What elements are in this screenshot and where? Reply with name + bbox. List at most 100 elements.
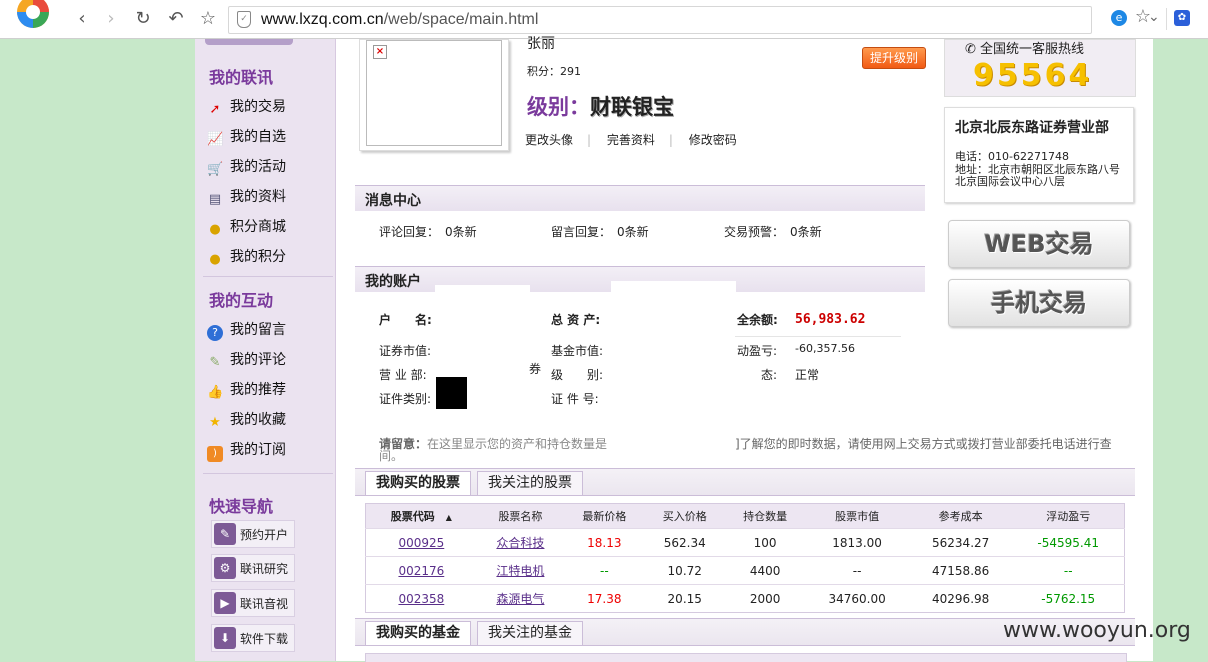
tab-my-funds[interactable]: 我购买的基金 — [365, 621, 471, 645]
back-icon[interactable]: ‹ — [71, 8, 93, 30]
broken-image-icon: × — [373, 45, 387, 59]
sidebar-heading-quick: 快速导航 — [209, 497, 274, 516]
hotline-box: ✆ 全国统一客服热线 95564 — [944, 39, 1136, 97]
thumb-up-icon: 👍 — [207, 385, 224, 400]
web-trade-button[interactable]: WEB交易 — [948, 220, 1130, 268]
market-value: 34760.00 — [805, 584, 909, 613]
stock-code-link[interactable]: 002176 — [398, 564, 444, 578]
tab-watched-funds[interactable]: 我关注的基金 — [477, 621, 583, 645]
buy-price: 20.15 — [644, 584, 725, 613]
stock-code-link[interactable]: 000925 — [398, 536, 444, 550]
column-header-buy: 买入价格 — [644, 503, 725, 529]
branch-partial-text: 券 — [529, 362, 542, 376]
sort-asc-icon: ▲ — [445, 513, 452, 522]
chevron-down-icon[interactable]: ⌄ — [1148, 9, 1160, 25]
change-password-link[interactable]: 修改密码 — [689, 133, 737, 147]
paw-icon[interactable]: ✿ — [1174, 10, 1190, 26]
table-row: 002358 森源电气 17.38 20.15 2000 34760.00 40… — [365, 584, 1125, 613]
download-icon: ⬇ — [214, 627, 236, 649]
reference-cost: 56234.27 — [908, 528, 1013, 557]
branch-phone: 电话：010-62271748 — [955, 150, 1069, 163]
edit-icon: ✎ — [209, 355, 221, 370]
mobile-trade-button[interactable]: 手机交易 — [948, 279, 1130, 327]
cart-icon: 🛒 — [207, 162, 224, 177]
quick-download-button[interactable]: ⬇ 软件下载 — [211, 624, 295, 652]
column-header-cost: 参考成本 — [908, 503, 1013, 529]
stock-name-link[interactable]: 众合科技 — [496, 536, 544, 550]
holding-qty: 4400 — [724, 556, 806, 585]
sidebar-item-points-mall[interactable]: ● 积分商城 — [207, 216, 286, 237]
trade-alert-count[interactable]: 交易预警： 0条新 — [724, 223, 822, 240]
user-level: 级别：财联银宝 — [527, 95, 674, 119]
upgrade-level-button[interactable]: 提升级别 — [862, 47, 926, 69]
address-bar[interactable]: ✓ www.lxzq.com.cn/web/space/main.html e … — [228, 6, 1151, 34]
change-avatar-link[interactable]: 更改头像 — [525, 133, 573, 147]
sidebar-item-activity[interactable]: 🛒 我的活动 — [207, 156, 286, 177]
sidebar-item-trade[interactable]: ➚ 我的交易 — [207, 96, 286, 117]
account-notice-line2: 间。 — [379, 449, 404, 463]
rss-icon: ) — [207, 446, 223, 462]
edit-icon: ✎ — [214, 523, 236, 545]
securities-value-label: 证券市值: — [379, 344, 432, 358]
table-row: 000925 众合科技 18.13 562.34 100 1813.00 562… — [365, 528, 1125, 557]
market-value: 1813.00 — [805, 528, 909, 557]
status-value: 正常 — [795, 368, 820, 382]
quick-open-account-button[interactable]: ✎ 预约开户 — [211, 520, 295, 548]
id-card-icon: ▤ — [208, 192, 222, 207]
column-header-value: 股票市值 — [805, 503, 909, 529]
page: 我的联讯 ➚ 我的交易 📈 我的自选 🛒 我的活动 ▤ 我的资料 ● 积分商城 ● 我的积分… — [195, 36, 1153, 662]
avatar[interactable]: × — [366, 40, 502, 146]
browser-toolbar: ‹ › ↻ ↶ ☆ ✓ www.lxzq.com.cn/web/space/ma… — [0, 0, 1208, 39]
holding-qty: 2000 — [724, 584, 806, 613]
star-icon: ★ — [209, 415, 221, 430]
ie-mode-icon[interactable]: e — [1111, 10, 1127, 26]
quick-research-button[interactable]: ⚙ 联讯研究 — [211, 554, 295, 582]
account-notice-right: ]了解您的即时数据，请使用网上交易方式或拨打营业部委托电话进行查 — [735, 437, 1112, 451]
total-assets-label: 总 资 产: — [551, 313, 601, 327]
stock-name-link[interactable]: 森源电气 — [496, 592, 544, 606]
branch-label: 营 业 部: — [379, 368, 427, 382]
sidebar-item-favorites[interactable]: ★ 我的收藏 — [207, 409, 286, 430]
balance-divider — [735, 336, 901, 337]
refresh-icon[interactable]: ↻ — [132, 8, 154, 30]
column-header-code[interactable]: 股票代码 ▲ — [365, 503, 477, 529]
phone-icon: ✆ — [965, 42, 981, 57]
status-label: 态: — [761, 368, 778, 382]
browser-logo-icon — [17, 0, 49, 28]
undo-icon[interactable]: ↶ — [165, 8, 187, 30]
column-header-name: 股票名称 — [476, 503, 565, 529]
tab-watched-stocks[interactable]: 我关注的股票 — [477, 471, 583, 495]
redaction-mask — [611, 281, 736, 297]
coins-icon: ● — [209, 252, 221, 267]
sidebar-item-comments[interactable]: ✎ 我的评论 — [207, 349, 286, 370]
stock-tabs: 我购买的股票 我关注的股票 — [355, 468, 1135, 496]
complete-profile-link[interactable]: 完善资料 — [607, 133, 655, 147]
stock-name-link[interactable]: 江特电机 — [496, 564, 544, 578]
market-value: -- — [805, 556, 909, 585]
account-notice: 请留意：在这里显示您的资产和持仓数量是 — [379, 437, 608, 451]
user-points: 积分：291 — [527, 65, 581, 78]
sidebar-item-profile[interactable]: ▤ 我的资料 — [207, 186, 286, 207]
sidebar-item-watchlist[interactable]: 📈 我的自选 — [207, 126, 286, 147]
comment-reply-count[interactable]: 评论回复： 0条新 — [379, 223, 477, 240]
tab-my-stocks[interactable]: 我购买的股票 — [365, 471, 471, 495]
gear-icon: ⚙ — [214, 557, 236, 579]
holding-qty: 100 — [724, 528, 806, 557]
bookmark-star-icon[interactable]: ☆ — [197, 8, 219, 30]
stocks-table: 股票代码 ▲ 股票名称 最新价格 买入价格 持仓数量 股票市值 参考成本 浮动盈… — [365, 503, 1125, 613]
account-level-label: 级 别: — [551, 368, 604, 382]
column-header-qty: 持仓数量 — [724, 503, 806, 529]
forward-icon[interactable]: › — [100, 8, 122, 30]
sidebar-item-messages[interactable]: ? 我的留言 — [207, 319, 286, 341]
branch-title: 北京北辰东路证券营业部 — [955, 120, 1109, 136]
message-reply-count[interactable]: 留言回复： 0条新 — [551, 223, 649, 240]
sidebar: 我的联讯 ➚ 我的交易 📈 我的自选 🛒 我的活动 ▤ 我的资料 ● 积分商城 ● 我的积分… — [195, 39, 336, 661]
sidebar-item-subscriptions[interactable]: ) 我的订阅 — [207, 439, 286, 462]
sidebar-item-my-points[interactable]: ● 我的积分 — [207, 246, 286, 267]
sidebar-item-recommend[interactable]: 👍 我的推荐 — [207, 379, 286, 400]
stock-code-link[interactable]: 002358 — [398, 592, 444, 606]
floating-pl: -- — [1012, 556, 1125, 585]
reference-cost: 40296.98 — [908, 584, 1013, 613]
quick-media-button[interactable]: ▶ 联讯音视 — [211, 589, 295, 617]
id-number-label: 证 件 号: — [551, 392, 599, 406]
